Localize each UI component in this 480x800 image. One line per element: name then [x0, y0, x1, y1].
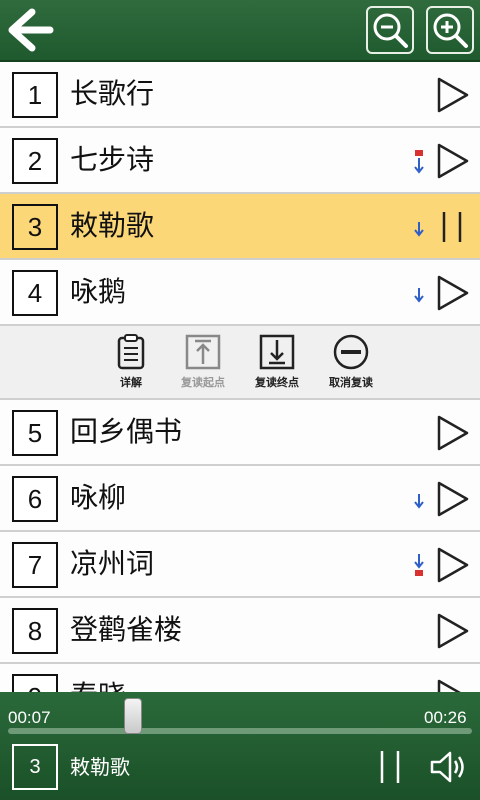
poem-row-3[interactable]: 3 敕勒歌	[0, 194, 480, 260]
back-button[interactable]	[6, 8, 54, 52]
poem-number: 2	[12, 138, 58, 184]
poem-number: 4	[12, 270, 58, 316]
poem-number: 3	[12, 204, 58, 250]
poem-list[interactable]: 1 长歌行 2 七步诗 3 敕勒歌 4 咏鹅 详解 复读起点 复读终点 取消复读…	[0, 62, 480, 692]
play-icon	[437, 415, 469, 451]
repeat-start-button[interactable]: 复读起点	[168, 332, 238, 394]
progress-thumb[interactable]	[124, 698, 143, 734]
play-icon	[437, 481, 469, 517]
play-icon	[437, 547, 469, 583]
poem-number: 5	[12, 410, 58, 456]
top-bar	[0, 0, 480, 62]
action-label: 复读起点	[181, 376, 225, 389]
poem-row-4[interactable]: 4 咏鹅	[0, 260, 480, 326]
repeat-start-icon	[185, 334, 221, 370]
play-button[interactable]	[436, 612, 470, 650]
play-button[interactable]	[436, 678, 470, 692]
poem-number: 8	[12, 608, 58, 654]
clipboard-icon	[117, 334, 145, 370]
repeat-start-marker-icon	[414, 150, 424, 174]
action-label: 详解	[120, 376, 142, 389]
player-pause-button[interactable]	[376, 748, 406, 786]
pause-icon	[380, 751, 400, 783]
poem-title: 登鹳雀楼	[70, 613, 183, 646]
action-label: 取消复读	[329, 376, 373, 389]
back-arrow-icon	[8, 8, 54, 52]
play-button[interactable]	[436, 142, 470, 180]
poem-row-1[interactable]: 1 长歌行	[0, 62, 480, 128]
poem-number: 6	[12, 476, 58, 522]
progress-track[interactable]	[8, 728, 472, 734]
poem-title: 春晓	[70, 664, 126, 692]
play-button[interactable]	[436, 76, 470, 114]
cancel-repeat-icon	[333, 334, 369, 370]
detail-button[interactable]: 详解	[96, 332, 166, 394]
down-arrow-marker-icon	[414, 222, 424, 237]
zoom-in-icon	[433, 13, 468, 48]
play-icon	[437, 613, 469, 649]
poem-row-5[interactable]: 5 回乡偶书	[0, 400, 480, 466]
play-icon	[437, 77, 469, 113]
repeat-end-marker-icon	[414, 554, 424, 576]
poem-row-7[interactable]: 7 凉州词	[0, 532, 480, 598]
play-button[interactable]	[436, 414, 470, 452]
poem-number: 7	[12, 542, 58, 588]
poem-title: 凉州词	[70, 547, 155, 580]
repeat-action-bar: 详解 复读起点 复读终点 取消复读	[0, 326, 480, 400]
poem-title: 回乡偶书	[70, 415, 183, 448]
current-time: 00:07	[8, 708, 51, 727]
poem-row-6[interactable]: 6 咏柳	[0, 466, 480, 532]
pause-button[interactable]	[436, 208, 470, 246]
poem-row-9[interactable]: 9 春晓	[0, 664, 480, 692]
volume-button[interactable]	[428, 748, 472, 786]
poem-title: 七步诗	[70, 143, 155, 176]
audio-player: 00:07 00:26 3 敕勒歌	[0, 692, 480, 800]
current-track-number: 3	[12, 744, 58, 790]
zoom-out-button[interactable]	[366, 6, 414, 54]
poem-title: 长歌行	[70, 77, 155, 110]
poem-title: 咏鹅	[70, 275, 127, 308]
speaker-icon	[430, 751, 464, 783]
pause-icon	[442, 212, 462, 242]
down-arrow-marker-icon	[414, 288, 424, 303]
repeat-end-icon	[259, 334, 295, 370]
poem-title: 咏柳	[70, 481, 127, 514]
play-button[interactable]	[436, 546, 470, 584]
poem-row-8[interactable]: 8 登鹳雀楼	[0, 598, 480, 664]
zoom-in-button[interactable]	[426, 6, 474, 54]
poem-number: 9	[12, 674, 58, 692]
down-arrow-marker-icon	[414, 494, 424, 509]
current-track-title: 敕勒歌	[70, 755, 130, 779]
action-label: 复读终点	[255, 376, 299, 389]
play-button[interactable]	[436, 274, 470, 312]
play-button[interactable]	[436, 480, 470, 518]
poem-row-2[interactable]: 2 七步诗	[0, 128, 480, 194]
repeat-end-button[interactable]: 复读终点	[242, 332, 312, 394]
play-icon	[437, 679, 461, 692]
poem-number: 1	[12, 72, 58, 118]
zoom-out-icon	[373, 13, 408, 48]
total-time: 00:26	[424, 708, 467, 727]
cancel-repeat-button[interactable]: 取消复读	[316, 332, 386, 394]
play-icon	[437, 275, 469, 311]
poem-title: 敕勒歌	[70, 209, 155, 242]
play-icon	[437, 143, 469, 179]
